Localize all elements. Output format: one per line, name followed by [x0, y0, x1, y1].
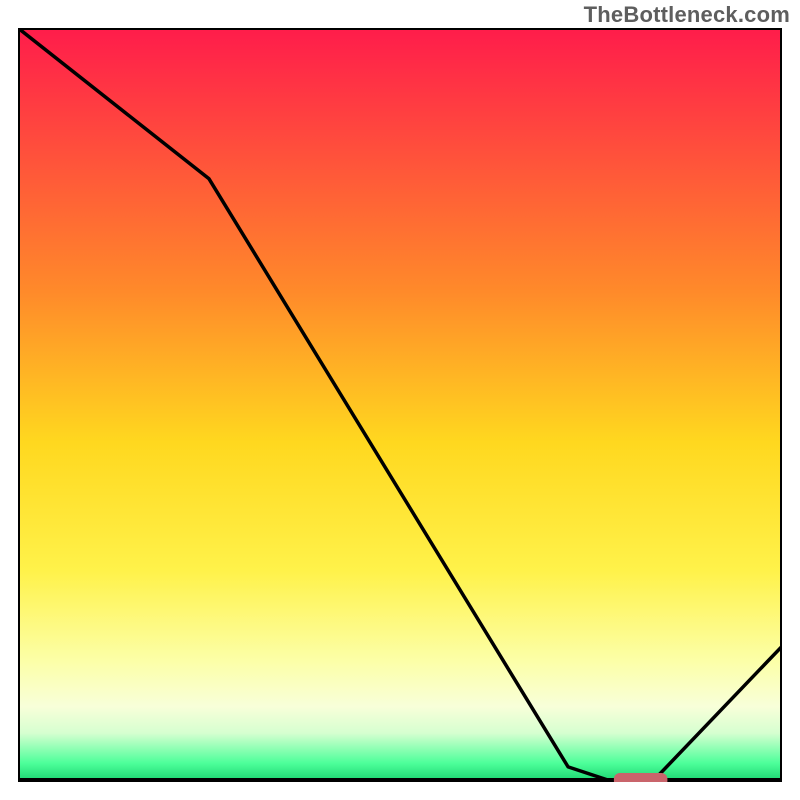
- chart-stage: TheBottleneck.com: [0, 0, 800, 800]
- watermark-text: TheBottleneck.com: [584, 2, 790, 28]
- optimal-marker: [614, 773, 668, 782]
- gradient-fill: [18, 28, 782, 782]
- chart-svg: [18, 28, 782, 782]
- plot-area: [18, 28, 782, 782]
